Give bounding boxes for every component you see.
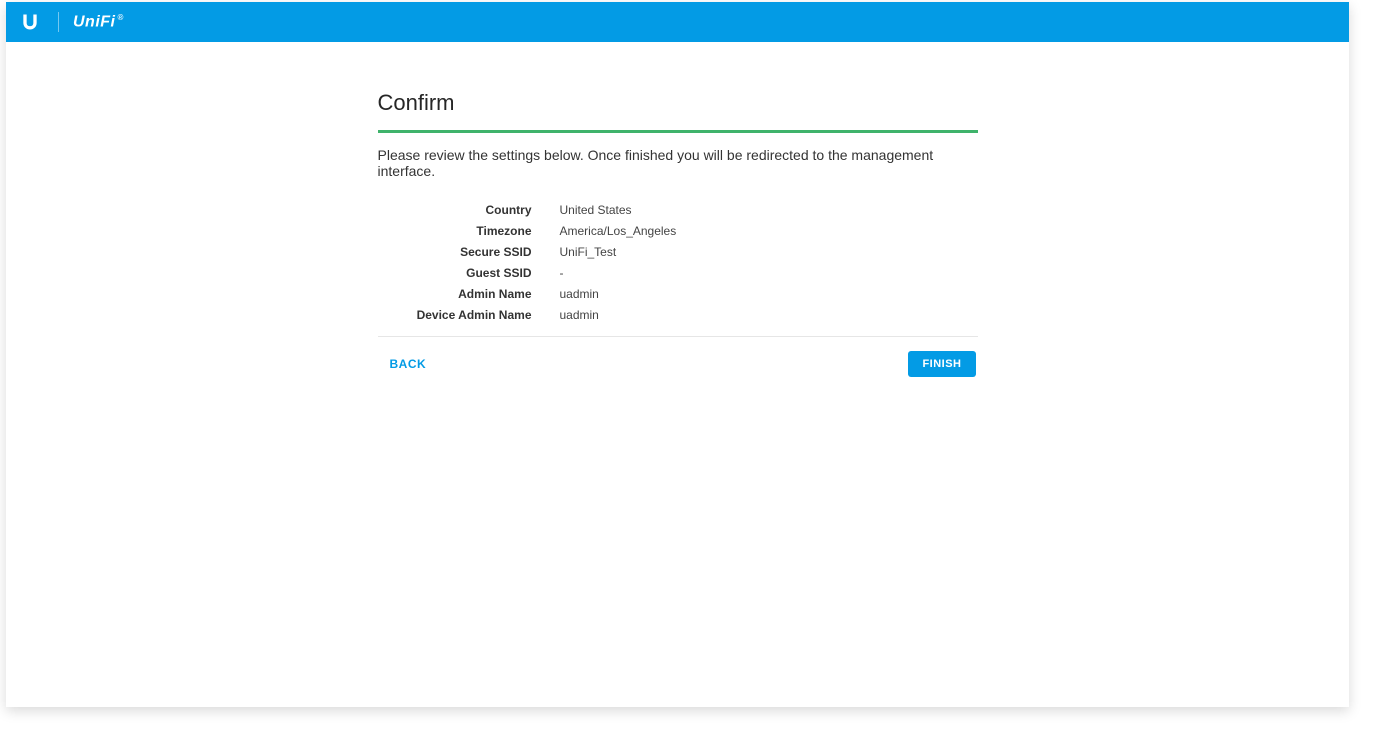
settings-row-country: Country United States [378,203,978,217]
page-title: Confirm [378,90,978,116]
finish-button[interactable]: FINISH [908,351,975,377]
page-description: Please review the settings below. Once f… [378,147,978,179]
settings-value: America/Los_Angeles [560,224,677,238]
settings-row-secure-ssid: Secure SSID UniFi_Test [378,245,978,259]
settings-label: Country [378,203,560,217]
settings-label: Timezone [378,224,560,238]
settings-label: Guest SSID [378,266,560,280]
settings-label: Secure SSID [378,245,560,259]
settings-row-guest-ssid: Guest SSID - [378,266,978,280]
settings-summary: Country United States Timezone America/L… [378,203,978,337]
ubiquiti-logo-icon [20,12,40,32]
settings-value: UniFi_Test [560,245,617,259]
settings-value: uadmin [560,308,599,322]
settings-value: - [560,266,564,280]
brand-word: UniFi [73,13,116,30]
header-divider [58,12,59,32]
back-button[interactable]: BACK [380,357,427,371]
app-window: UniFi® Confirm Please review the setting… [6,2,1349,707]
settings-row-device-admin-name: Device Admin Name uadmin [378,308,978,322]
settings-label: Device Admin Name [378,308,560,322]
wizard-footer: BACK FINISH [378,351,978,377]
settings-value: United States [560,203,632,217]
settings-row-admin-name: Admin Name uadmin [378,287,978,301]
unifi-wordmark: UniFi® [73,13,124,31]
app-header: UniFi® [6,2,1349,42]
brand-trademark: ® [118,13,124,22]
settings-row-timezone: Timezone America/Los_Angeles [378,224,978,238]
wizard-content: Confirm Please review the settings below… [378,90,978,377]
settings-label: Admin Name [378,287,560,301]
progress-bar [378,130,978,133]
settings-value: uadmin [560,287,599,301]
